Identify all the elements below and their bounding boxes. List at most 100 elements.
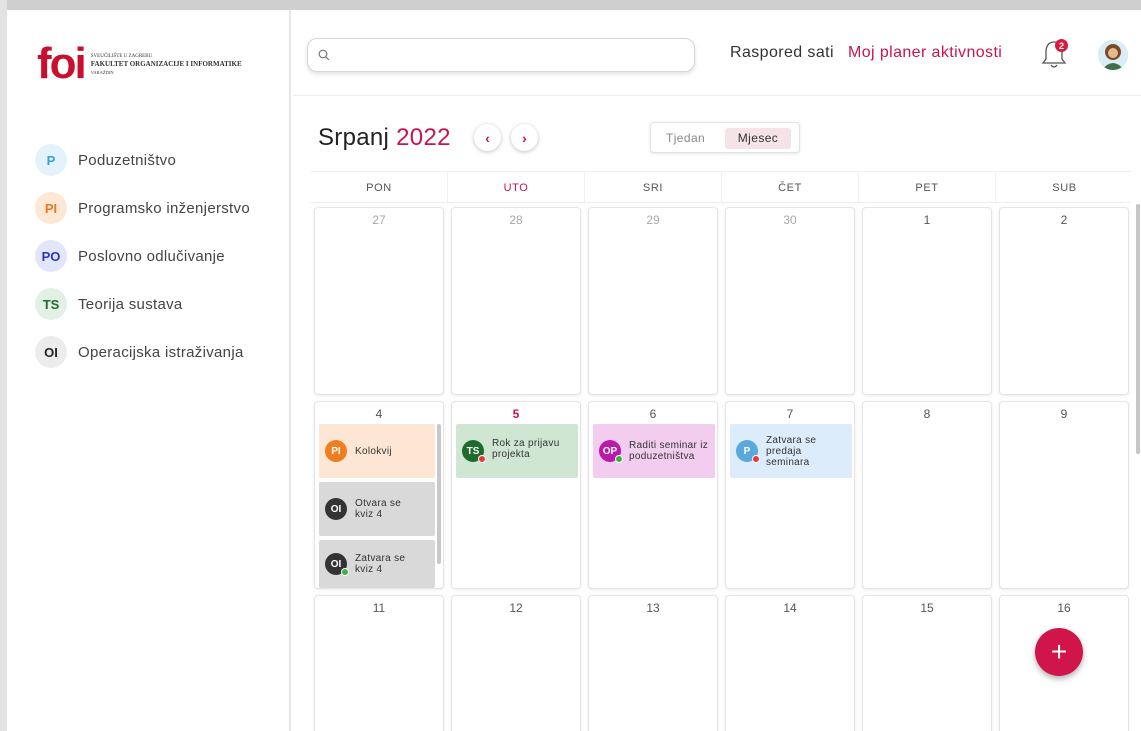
user-avatar[interactable] xyxy=(1098,40,1128,70)
next-month-button[interactable]: › xyxy=(511,124,538,151)
logo-city: VARAŽDIN xyxy=(90,69,114,75)
course-badge: PO xyxy=(35,240,67,272)
nav-moj-planer[interactable]: Moj planer aktivnosti xyxy=(848,44,1002,62)
day-number: 9 xyxy=(1060,407,1068,421)
course-badge: OP xyxy=(599,440,623,463)
chevron-right-icon: › xyxy=(522,129,527,146)
day-number: 15 xyxy=(920,601,934,615)
logo-mark: foi xyxy=(37,39,87,88)
day-cell[interactable]: 8 xyxy=(862,401,992,589)
view-toggle: Tjedan Mjesec xyxy=(650,122,800,153)
course-badge: OI xyxy=(325,498,347,520)
day-cell[interactable]: 2 xyxy=(999,207,1129,395)
sidebar: foi SVEUČILIŠTE U ZAGREBU FAKULTET ORGAN… xyxy=(7,10,291,731)
day-number: 28 xyxy=(509,213,523,227)
course-item-teorija[interactable]: TS Teorija sustava xyxy=(35,280,250,328)
course-item-poslovno[interactable]: PO Poslovno odlučivanje xyxy=(35,232,250,280)
day-number: 8 xyxy=(923,407,931,421)
search-input[interactable] xyxy=(336,40,694,70)
day-cell[interactable]: 29 xyxy=(588,207,718,395)
badge-code: OI xyxy=(330,558,342,570)
month-name: Srpanj xyxy=(318,124,390,151)
day-cell[interactable]: 28 xyxy=(451,207,581,395)
day-number: 14 xyxy=(783,601,797,615)
day-number: 4 xyxy=(375,407,383,421)
day-number: 27 xyxy=(372,213,386,227)
course-label: Operacijska istraživanja xyxy=(78,343,244,361)
course-label: Poduzetništvo xyxy=(78,151,177,169)
search-bar[interactable] xyxy=(307,38,695,72)
status-dot xyxy=(478,455,486,463)
badge-code: OP xyxy=(602,445,618,457)
day-number: 5 xyxy=(512,407,520,421)
logo-text: SVEUČILIŠTE U ZAGREBU FAKULTET ORGANIZAC… xyxy=(91,53,242,76)
plus-icon: + xyxy=(1050,636,1068,667)
notification-count-badge: 2 xyxy=(1055,39,1068,52)
event-zatvara-seminar[interactable]: P Zatvara se predaja seminara xyxy=(730,424,852,478)
course-badge: OI xyxy=(325,553,349,576)
cell-scrollbar[interactable] xyxy=(437,424,441,564)
logo-faculty: FAKULTET ORGANIZACIJE I INFORMATIKE xyxy=(90,59,242,68)
day-cell[interactable]: 4 PI Kolokvij OI Otvara se kviz 4 OI Zat… xyxy=(314,401,444,589)
weekday-sri: SRI xyxy=(585,172,722,204)
event-otvara-kviz[interactable]: OI Otvara se kviz 4 xyxy=(319,482,435,536)
day-number: 6 xyxy=(649,407,657,421)
status-dot xyxy=(615,455,623,463)
day-cell[interactable]: 27 xyxy=(314,207,444,395)
course-item-poduzetnistvo[interactable]: P Poduzetništvo xyxy=(35,136,250,184)
day-number: 1 xyxy=(923,213,931,227)
course-item-programsko[interactable]: PI Programsko inženjerstvo xyxy=(35,184,250,232)
day-cell[interactable]: 12 xyxy=(451,595,581,731)
day-number: 11 xyxy=(372,601,386,615)
calendar-scrollbar[interactable] xyxy=(1136,204,1140,454)
course-badge: TS xyxy=(462,440,486,463)
prev-month-button[interactable]: ‹ xyxy=(474,124,501,151)
day-number: 30 xyxy=(783,213,797,227)
day-cell[interactable]: 1 xyxy=(862,207,992,395)
day-number: 12 xyxy=(509,601,523,615)
event-title: Otvara se kviz 4 xyxy=(355,498,402,520)
day-cell[interactable]: 15 xyxy=(862,595,992,731)
course-badge: TS xyxy=(35,288,67,320)
day-number: 2 xyxy=(1060,213,1068,227)
event-title: Raditi seminar iz poduzetništva xyxy=(629,440,709,462)
course-label: Poslovno odlučivanje xyxy=(78,247,225,265)
nav-raspored-sati[interactable]: Raspored sati xyxy=(730,44,834,62)
course-badge: OI xyxy=(35,336,67,368)
event-raditi-seminar[interactable]: OP Raditi seminar iz poduzetništva xyxy=(593,424,715,478)
day-cell-today[interactable]: 5 TS Rok za prijavu projekta xyxy=(451,401,581,589)
day-cell[interactable]: 7 P Zatvara se predaja seminara xyxy=(725,401,855,589)
event-rok-prijava[interactable]: TS Rok za prijavu projekta xyxy=(456,424,578,478)
search-icon xyxy=(318,49,330,61)
weekday-cet: ČET xyxy=(722,172,859,204)
logo-university: SVEUČILIŠTE U ZAGREBU xyxy=(90,53,153,59)
course-badge: P xyxy=(35,144,67,176)
weekday-pet: PET xyxy=(859,172,996,204)
view-week-button[interactable]: Tjedan xyxy=(666,128,705,149)
badge-code: P xyxy=(743,445,751,457)
course-badge: PI xyxy=(35,192,67,224)
day-cell[interactable]: 9 xyxy=(999,401,1129,589)
chevron-left-icon: ‹ xyxy=(485,129,490,146)
event-zatvara-kviz[interactable]: OI Zatvara se kviz 4 xyxy=(319,540,435,588)
course-item-operacijska[interactable]: OI Operacijska istraživanja xyxy=(35,328,250,376)
event-kolokvij[interactable]: PI Kolokvij xyxy=(319,424,435,478)
calendar-weekday-header: PON UTO SRI ČET PET SUB xyxy=(311,171,1131,204)
foi-logo[interactable]: foi SVEUČILIŠTE U ZAGREBU FAKULTET ORGAN… xyxy=(37,39,242,88)
weekday-sub: SUB xyxy=(1052,182,1077,194)
add-activity-button[interactable]: + xyxy=(1035,628,1083,676)
status-dot xyxy=(341,568,349,576)
day-cell[interactable]: 11 xyxy=(314,595,444,731)
year-label: 2022 xyxy=(396,124,451,151)
day-cell[interactable]: 6 OP Raditi seminar iz poduzetništva xyxy=(588,401,718,589)
status-dot xyxy=(752,455,760,463)
view-month-button[interactable]: Mjesec xyxy=(725,128,791,149)
header-divider xyxy=(293,95,1141,96)
course-badge: PI xyxy=(325,440,347,462)
avatar-image xyxy=(1098,40,1128,70)
course-label: Programsko inženjerstvo xyxy=(78,199,250,217)
event-title: Kolokvij xyxy=(355,445,392,457)
day-cell[interactable]: 14 xyxy=(725,595,855,731)
day-cell[interactable]: 13 xyxy=(588,595,718,731)
day-cell[interactable]: 30 xyxy=(725,207,855,395)
